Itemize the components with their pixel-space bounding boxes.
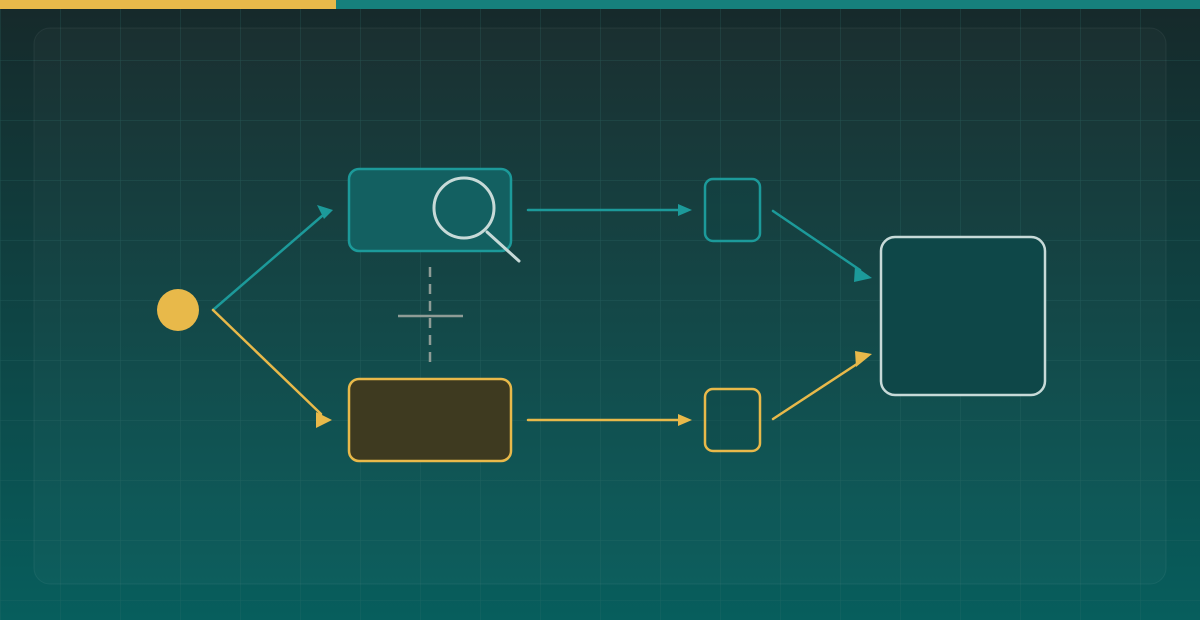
flow-diagram [0, 0, 1200, 620]
progress-fill [0, 0, 336, 9]
diagram-canvas [0, 0, 1200, 620]
top-progress-bar [0, 0, 1200, 9]
upper-checkpoint-node[interactable] [703, 177, 762, 243]
start-node[interactable] [157, 289, 199, 331]
lower-checkpoint-node[interactable] [703, 387, 762, 453]
hold-stage-node[interactable] [347, 377, 513, 463]
merge-output-node[interactable] [879, 235, 1047, 397]
